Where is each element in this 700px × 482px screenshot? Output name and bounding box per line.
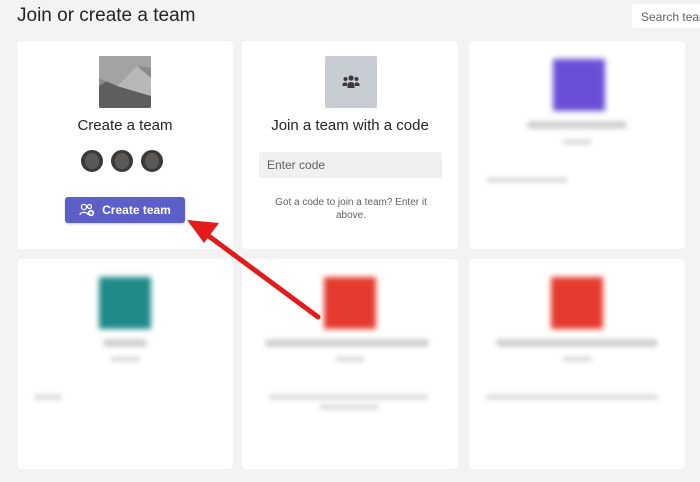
team-name-blurred <box>265 339 429 347</box>
team-description-blurred <box>486 394 658 400</box>
team-name-blurred <box>496 339 658 347</box>
teams-icon <box>325 56 377 108</box>
team-description-blurred <box>486 177 568 183</box>
suggested-team-card[interactable] <box>17 259 233 469</box>
team-image <box>99 277 151 329</box>
team-meta-blurred <box>110 356 140 362</box>
suggested-team-card[interactable] <box>242 259 458 469</box>
team-description-blurred <box>319 404 379 410</box>
create-team-button-label: Create team <box>102 203 171 217</box>
page-title: Join or create a team <box>17 5 196 26</box>
team-image <box>553 59 605 111</box>
team-name-blurred <box>103 339 147 347</box>
avatar <box>109 148 135 174</box>
avatar <box>79 148 105 174</box>
join-team-card: Join a team with a code Got a code to jo… <box>242 41 458 249</box>
join-team-title: Join a team with a code <box>271 117 429 134</box>
team-meta-blurred <box>562 139 592 145</box>
join-code-hint: Got a code to join a team? Enter it abov… <box>275 197 427 221</box>
search-input[interactable]: Search teams <box>632 4 700 28</box>
create-team-card: Create a team Create team <box>17 41 233 249</box>
team-meta-blurred <box>562 356 592 362</box>
suggested-team-card[interactable] <box>469 259 685 469</box>
team-meta-blurred <box>335 356 365 362</box>
team-description-blurred <box>34 394 62 400</box>
team-image <box>324 277 376 329</box>
create-team-button[interactable]: Create team <box>65 197 185 223</box>
avatar-group <box>79 148 171 174</box>
team-image <box>551 277 603 329</box>
team-placeholder-image <box>99 56 151 108</box>
avatar <box>139 148 165 174</box>
team-description-blurred <box>269 394 429 400</box>
create-team-title: Create a team <box>77 117 173 134</box>
enter-code-input[interactable] <box>259 152 442 178</box>
add-people-icon <box>79 203 95 217</box>
suggested-team-card[interactable] <box>469 41 685 249</box>
team-name-blurred <box>527 121 627 129</box>
